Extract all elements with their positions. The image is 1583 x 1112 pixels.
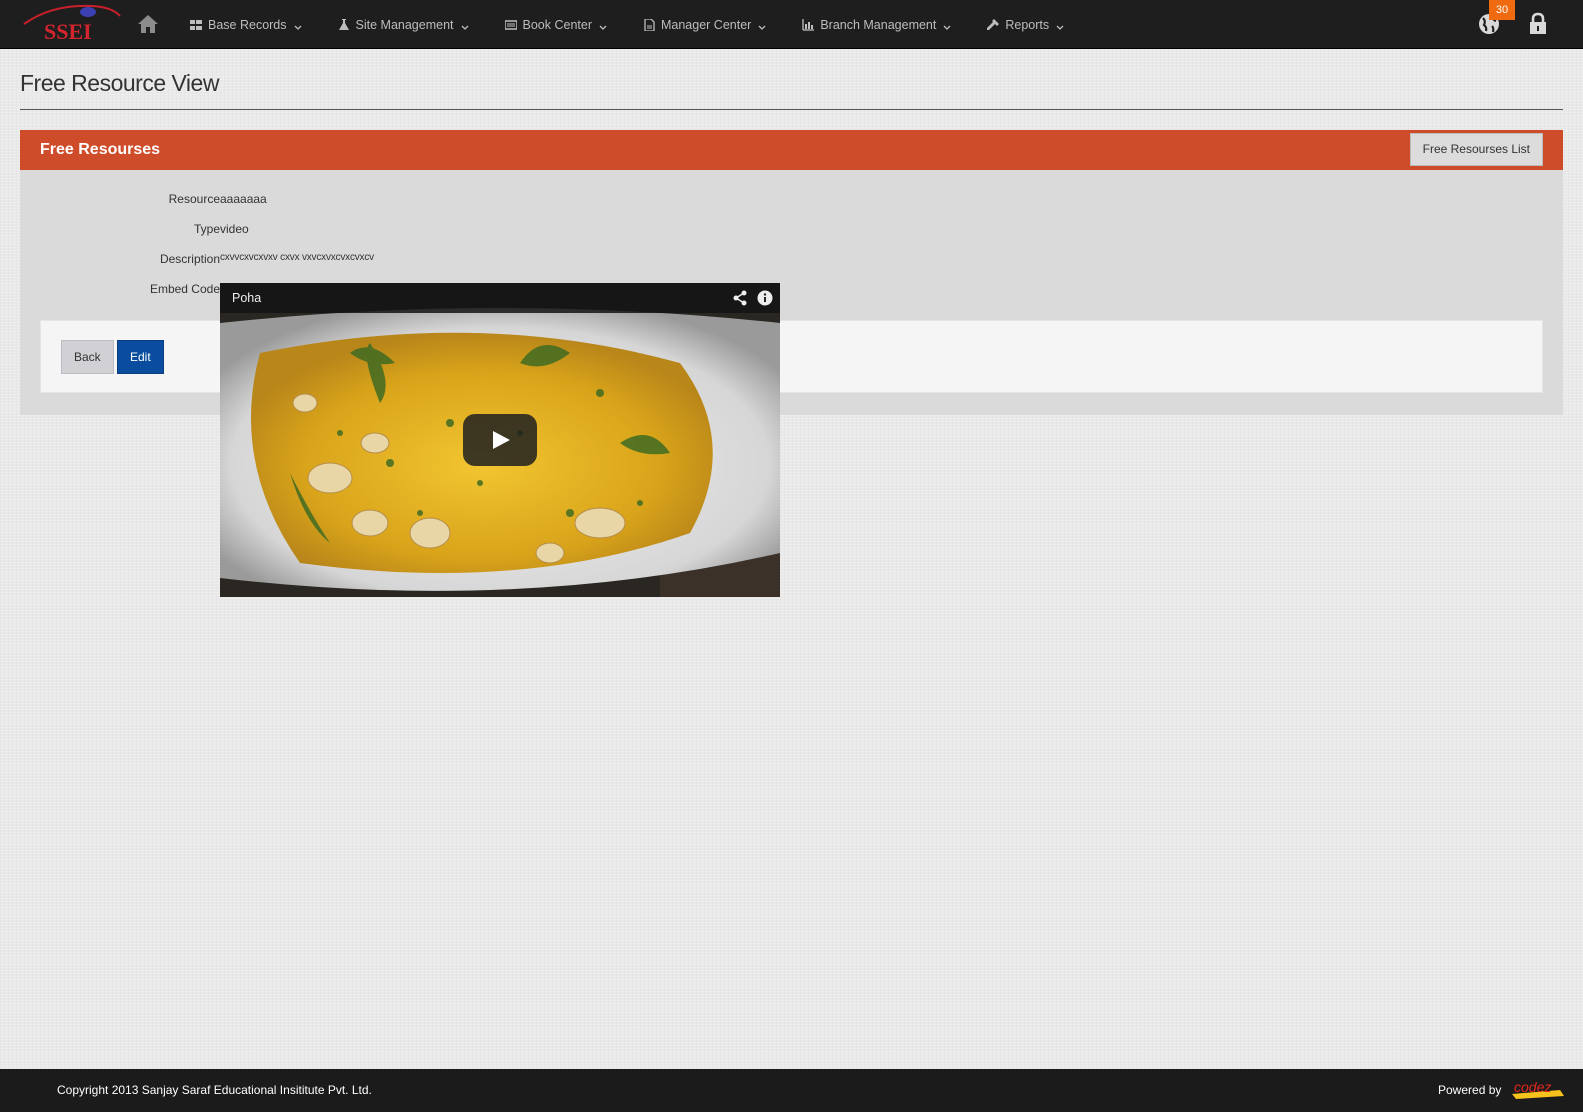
chevron-down-icon — [461, 21, 469, 30]
notification-badge[interactable]: 30 — [1489, 0, 1515, 20]
video-title-bar: Poha — [220, 283, 780, 313]
grid-icon — [190, 19, 202, 31]
chevron-down-icon — [758, 21, 766, 30]
brand-logo[interactable]: SSEI — [22, 2, 124, 44]
type-row: Type video — [20, 222, 620, 242]
nav-base-records[interactable]: Base Records — [190, 18, 302, 32]
play-icon — [493, 431, 510, 449]
nav-site-management[interactable]: Site Management — [338, 18, 469, 32]
chevron-down-icon — [599, 21, 607, 30]
free-resources-list-button[interactable]: Free Resourses List — [1409, 133, 1543, 166]
nav-label: Manager Center — [660, 17, 752, 32]
lock-icon[interactable] — [1528, 12, 1548, 36]
nav-reports[interactable]: Reports — [987, 18, 1064, 32]
copyright-text: Copyright 2013 Sanjay Saraf Educational … — [57, 1083, 372, 1097]
powered-by-text: Powered by — [1438, 1083, 1502, 1097]
top-navbar: SSEI Base Records Site Management Book C… — [0, 0, 1583, 49]
edit-button[interactable]: Edit — [117, 340, 164, 374]
back-button[interactable]: Back — [61, 340, 114, 374]
chevron-down-icon — [943, 21, 951, 30]
type-label: Type — [193, 222, 220, 236]
chevron-down-icon — [1056, 21, 1064, 30]
wrench-icon — [987, 18, 1000, 31]
description-label: Description — [159, 252, 220, 266]
flask-icon — [338, 18, 350, 31]
home-icon[interactable] — [137, 14, 159, 34]
nav-label: Branch Management — [820, 17, 937, 32]
nav-branch-management[interactable]: Branch Management — [802, 18, 951, 32]
video-title[interactable]: Poha — [232, 291, 261, 305]
share-icon[interactable] — [732, 290, 748, 306]
nav-label: Reports — [1005, 17, 1050, 32]
description-row: Description cxvvcxvcxvxv cxvx vxvcxvxcvx… — [20, 252, 620, 272]
page-title: Free Resource View — [20, 70, 219, 96]
codez-logo[interactable]: codez — [1510, 1078, 1566, 1100]
embed-code-label: Embed Code — [149, 282, 220, 296]
nav-book-center[interactable]: Book Center — [503, 17, 607, 32]
title-divider — [20, 109, 1563, 110]
svg-text:codez: codez — [1514, 1079, 1551, 1095]
resource-label: Resource — [168, 192, 220, 206]
nav-label: Book Center — [522, 17, 592, 32]
book-icon — [503, 19, 518, 31]
embedded-video-player[interactable]: Poha — [220, 283, 780, 597]
type-value: video — [220, 222, 249, 236]
description-value: cxvvcxvcxvxv cxvx vxvcxvxcvxcvxcv — [220, 252, 374, 263]
panel-title: Free Resourses — [40, 141, 161, 158]
panel-header: Free Resourses Free Resourses List — [20, 130, 1563, 170]
resource-row: Resource aaaaaaa — [20, 192, 620, 212]
play-button[interactable] — [463, 414, 537, 466]
nav-label: Site Management — [355, 17, 454, 32]
nav-label: Base Records — [208, 17, 287, 32]
chevron-down-icon — [294, 21, 302, 30]
document-icon — [643, 17, 655, 32]
footer: Copyright 2013 Sanjay Saraf Educational … — [0, 1069, 1583, 1112]
info-icon[interactable] — [757, 290, 773, 306]
svg-text:SSEI: SSEI — [44, 19, 92, 44]
nav-manager-center[interactable]: Manager Center — [643, 18, 766, 32]
resource-value: aaaaaaa — [220, 192, 267, 206]
bar-chart-icon — [802, 18, 815, 31]
